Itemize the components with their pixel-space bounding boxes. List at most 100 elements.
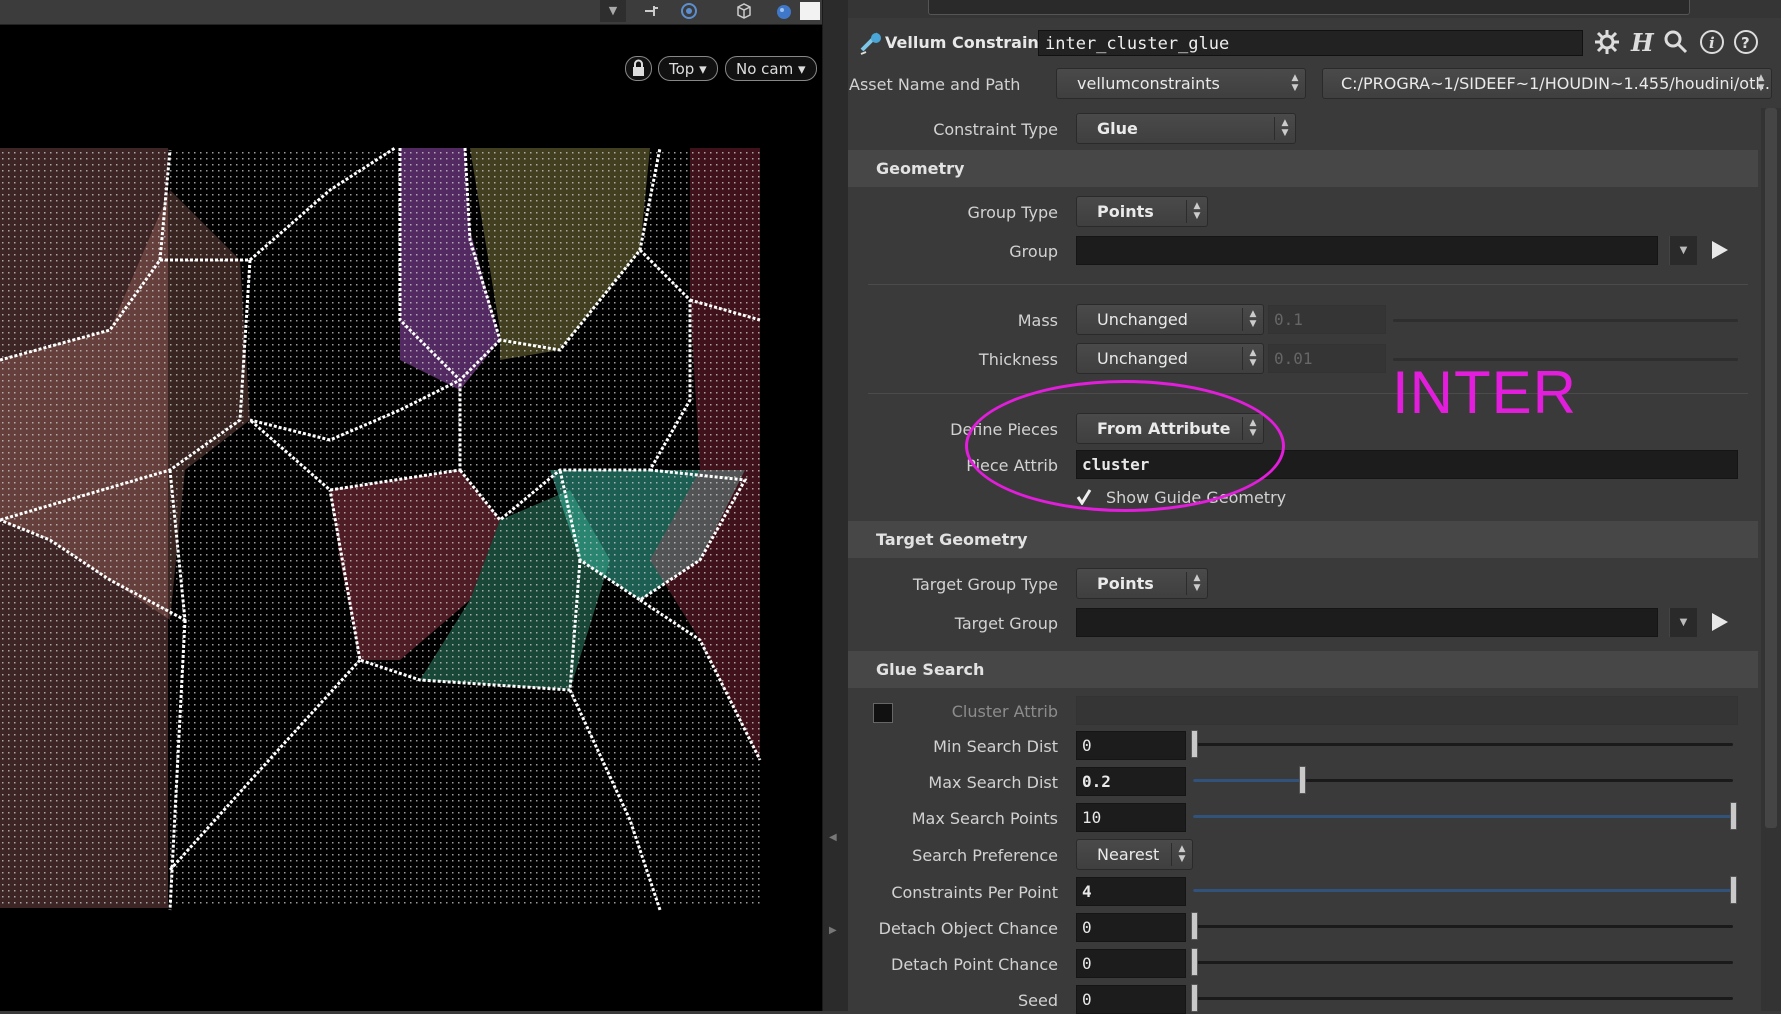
group-type-value: Points xyxy=(1097,202,1154,221)
glue-search-section-title: Glue Search xyxy=(876,660,985,679)
network-path[interactable] xyxy=(928,0,1690,15)
geometry-section-header[interactable]: Geometry xyxy=(848,150,1758,187)
max-search-dist-field[interactable]: 0.2 xyxy=(1076,767,1186,796)
target-geometry-section-title: Target Geometry xyxy=(876,530,1028,549)
annotation-ellipse xyxy=(965,380,1285,512)
target-group-type-menu[interactable]: Points ▲ ▼ xyxy=(1076,568,1208,599)
constraints-per-point-slider[interactable] xyxy=(1193,889,1733,892)
collapse-left-icon[interactable]: ◀ xyxy=(829,832,837,843)
collapse-right-icon[interactable]: ▶ xyxy=(829,925,837,936)
target-geometry-section-header[interactable]: Target Geometry xyxy=(848,521,1758,558)
group-type-label: Group Type xyxy=(967,203,1058,222)
vellum-node-icon[interactable] xyxy=(858,30,884,56)
node-header: Vellum Constraints inter_cluster_glue H … xyxy=(848,26,1781,60)
thickness-mode-menu[interactable]: Unchanged ▲ ▼ xyxy=(1076,343,1264,374)
asset-path-menu[interactable]: C:/PROGRA~1/SIDEEF~1/HOUDIN~1.455/houdin… xyxy=(1322,68,1772,99)
question-icon[interactable]: ? xyxy=(1732,28,1760,56)
mass-field: 0.1 xyxy=(1268,305,1386,334)
viewport-geometry xyxy=(0,146,762,911)
min-search-dist-handle[interactable] xyxy=(1191,730,1198,758)
constraint-type-label: Constraint Type xyxy=(933,120,1058,139)
min-search-dist-label: Min Search Dist xyxy=(933,737,1058,756)
mass-slider xyxy=(1393,319,1738,322)
search-preference-menu[interactable]: Nearest ▲ ▼ xyxy=(1076,839,1193,870)
cluster-attrib-label: Cluster Attrib xyxy=(951,702,1058,721)
node-name-field[interactable]: inter_cluster_glue xyxy=(1038,30,1583,56)
constraints-per-point-field[interactable]: 4 xyxy=(1076,877,1186,906)
mass-label: Mass xyxy=(1017,311,1058,330)
chevron-down-icon[interactable]: ▼ xyxy=(1669,236,1697,265)
detach-point-chance-handle[interactable] xyxy=(1191,948,1198,976)
camera-menu-button[interactable]: No cam ▾ xyxy=(725,56,817,81)
parameter-pane: Vellum Constraints inter_cluster_glue H … xyxy=(848,0,1781,1014)
scrollbar-thumb[interactable] xyxy=(1765,108,1777,828)
cluster-attrib-field xyxy=(1076,696,1738,725)
gear-icon[interactable] xyxy=(1593,28,1621,56)
svg-text:?: ? xyxy=(1741,34,1750,52)
view-label: Top xyxy=(669,60,695,78)
camera-label: No cam xyxy=(736,60,794,78)
spinner-icon: ▲ ▼ xyxy=(1281,118,1289,138)
search-preference-label: Search Preference xyxy=(912,846,1058,865)
thickness-mode-value: Unchanged xyxy=(1097,349,1188,368)
min-search-dist-field[interactable]: 0 xyxy=(1076,731,1186,760)
target-group-type-value: Points xyxy=(1097,574,1154,593)
divider xyxy=(868,284,1748,285)
group-type-menu[interactable]: Points ▲ ▼ xyxy=(1076,196,1208,227)
constraint-type-value: Glue xyxy=(1097,119,1138,138)
max-search-dist-label: Max Search Dist xyxy=(928,773,1058,792)
parameter-scrollbar[interactable] xyxy=(1761,108,1781,1011)
pane-splitter[interactable]: ◀ ▶ xyxy=(822,0,849,1011)
asset-name-menu[interactable]: vellumconstraints ▲ ▼ xyxy=(1056,68,1306,99)
target-group-field[interactable] xyxy=(1076,608,1658,637)
annotation-text: INTER xyxy=(1392,359,1577,426)
mass-mode-menu[interactable]: Unchanged ▲ ▼ xyxy=(1076,304,1264,335)
view-menu-button[interactable]: Top ▾ xyxy=(658,56,718,81)
viewport-pane[interactable]: ▼ Top ▾ No cam ▾ xyxy=(0,0,822,1011)
max-search-dist-handle[interactable] xyxy=(1299,766,1306,794)
thickness-field: 0.01 xyxy=(1268,344,1386,373)
group-field[interactable] xyxy=(1076,236,1658,265)
max-search-points-field[interactable]: 10 xyxy=(1076,803,1186,832)
search-icon[interactable] xyxy=(1662,28,1690,56)
target-group-label: Target Group xyxy=(954,614,1058,633)
spinner-icon: ▲ ▼ xyxy=(1249,348,1257,368)
max-search-points-handle[interactable] xyxy=(1730,802,1737,830)
seed-label: Seed xyxy=(1018,991,1058,1010)
constraints-per-point-label: Constraints Per Point xyxy=(891,883,1058,902)
detach-object-chance-handle[interactable] xyxy=(1191,912,1198,940)
mass-mode-value: Unchanged xyxy=(1097,310,1188,329)
pane-path-bar xyxy=(848,0,1781,18)
seed-field[interactable]: 0 xyxy=(1076,985,1186,1014)
spinner-icon: ▲ ▼ xyxy=(1757,73,1765,93)
spinner-icon: ▲ ▼ xyxy=(1178,844,1186,864)
target-group-type-label: Target Group Type xyxy=(912,575,1058,594)
detach-object-chance-field[interactable]: 0 xyxy=(1076,913,1186,942)
spinner-icon: ▲ ▼ xyxy=(1193,201,1201,221)
info-icon[interactable]: i xyxy=(1698,28,1726,56)
detach-point-chance-slider[interactable] xyxy=(1193,961,1733,964)
spinner-icon: ▲ ▼ xyxy=(1291,73,1299,93)
asset-label: Asset Name and Path xyxy=(849,75,1021,94)
seed-slider[interactable] xyxy=(1193,997,1733,1000)
help-h-icon[interactable]: H xyxy=(1628,28,1656,56)
asset-name-value: vellumconstraints xyxy=(1077,74,1220,93)
seed-handle[interactable] xyxy=(1191,984,1198,1012)
detach-object-chance-slider[interactable] xyxy=(1193,925,1733,928)
chevron-down-icon[interactable]: ▼ xyxy=(1669,608,1697,637)
detach-point-chance-field[interactable]: 0 xyxy=(1076,949,1186,978)
lock-icon[interactable] xyxy=(625,56,652,81)
constraints-per-point-handle[interactable] xyxy=(1730,876,1737,904)
geometry-section-title: Geometry xyxy=(876,159,965,178)
min-search-dist-slider[interactable] xyxy=(1193,743,1733,746)
select-arrow-icon[interactable] xyxy=(1712,241,1728,259)
node-type-label: Vellum Constraints xyxy=(885,33,1056,52)
divider xyxy=(868,393,1748,394)
constraint-type-menu[interactable]: Glue ▲ ▼ xyxy=(1076,113,1296,144)
search-preference-value: Nearest xyxy=(1097,845,1160,864)
max-search-dist-slider[interactable] xyxy=(1193,779,1733,782)
max-search-points-slider[interactable] xyxy=(1193,815,1733,818)
svg-text:i: i xyxy=(1709,34,1715,52)
select-arrow-icon[interactable] xyxy=(1712,613,1728,631)
glue-search-section-header[interactable]: Glue Search xyxy=(848,651,1758,688)
